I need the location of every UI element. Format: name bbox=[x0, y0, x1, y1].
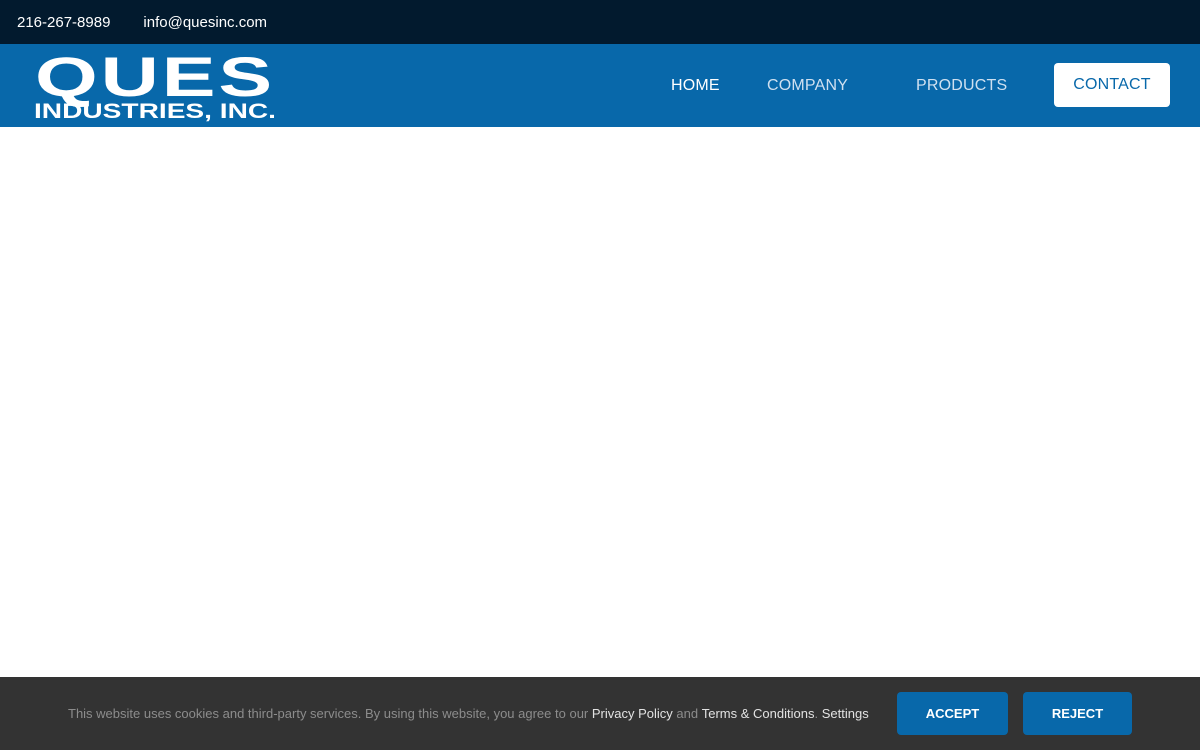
privacy-policy-link[interactable]: Privacy Policy bbox=[592, 706, 673, 721]
cookie-text-and: and bbox=[676, 706, 699, 721]
cookie-text-intro: This website uses cookies and third-part… bbox=[68, 706, 589, 721]
nav-company[interactable]: COMPANY bbox=[767, 44, 848, 127]
accept-cookies-button[interactable]: ACCEPT bbox=[897, 692, 1008, 735]
contact-button[interactable]: CONTACT bbox=[1054, 63, 1170, 107]
phone-link[interactable]: 216-267-8989 bbox=[17, 14, 110, 31]
cookie-message: This website uses cookies and third-part… bbox=[68, 677, 869, 750]
nav-home[interactable]: HOME bbox=[671, 44, 720, 127]
main-content-area bbox=[0, 127, 1200, 677]
site-header: QUES INDUSTRIES, INC. HOME COMPANY PRODU… bbox=[0, 44, 1200, 127]
cookie-consent-bar: This website uses cookies and third-part… bbox=[0, 677, 1200, 750]
terms-conditions-link[interactable]: Terms & Conditions bbox=[702, 706, 815, 721]
cookie-text-period: . bbox=[814, 706, 819, 721]
top-contact-bar: 216-267-8989 info@quesinc.com bbox=[0, 0, 1200, 44]
cookie-settings-link[interactable]: Settings bbox=[822, 706, 869, 721]
email-link[interactable]: info@quesinc.com bbox=[143, 14, 267, 31]
reject-cookies-button[interactable]: REJECT bbox=[1023, 692, 1132, 735]
nav-products[interactable]: PRODUCTS bbox=[916, 44, 1007, 127]
main-navigation: HOME COMPANY PRODUCTS CONTACT bbox=[0, 44, 1200, 127]
